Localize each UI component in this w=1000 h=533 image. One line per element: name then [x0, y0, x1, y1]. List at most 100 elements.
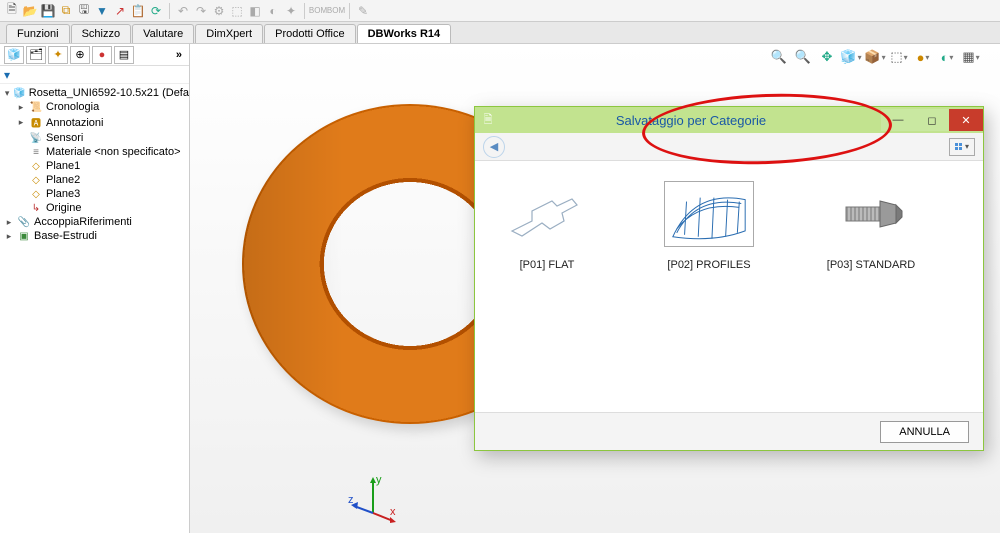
- panel-tabs: 🧊 🗂 ✦ ⊕ ● ▤ »: [0, 44, 189, 66]
- save-icon[interactable]: 💾: [40, 3, 56, 19]
- category-label: [P02] PROFILES: [649, 259, 769, 271]
- paste-icon[interactable]: 📋: [130, 3, 146, 19]
- tree-item-label: Sensori: [46, 132, 83, 144]
- document-icon: 🗎: [475, 111, 501, 130]
- feature-tree[interactable]: ▾🧊 Rosetta_UNI6592-10.5x21 (Defa ▸📜 Cron…: [0, 84, 189, 533]
- tab-funzioni[interactable]: Funzioni: [6, 24, 70, 43]
- panel-tab-appear-icon[interactable]: ●: [92, 46, 112, 64]
- category-profiles[interactable]: [P02] PROFILES: [649, 181, 769, 271]
- scene-icon[interactable]: ◐: [938, 48, 956, 66]
- toolbar-separator: [349, 3, 350, 19]
- tree-item-label: Origine: [46, 202, 81, 214]
- bom2-icon[interactable]: BOM: [328, 3, 344, 19]
- tree-item-label: Annotazioni: [46, 117, 104, 129]
- toolbar-separator: [169, 3, 170, 19]
- new-icon[interactable]: 🗎: [4, 3, 20, 19]
- redo-icon[interactable]: ↷: [193, 3, 209, 19]
- appearance-icon[interactable]: ●: [914, 48, 932, 66]
- tree-item-label: Base-Estrudi: [34, 230, 97, 242]
- category-flat[interactable]: [P01] FLAT: [487, 181, 607, 271]
- tab-valutare[interactable]: Valutare: [132, 24, 194, 43]
- cancel-button[interactable]: ANNULLA: [880, 421, 969, 443]
- dialog-title-text: Salvataggio per Categorie: [501, 113, 881, 128]
- tree-item[interactable]: ↳ Origine: [0, 201, 189, 215]
- render-icon[interactable]: ◧: [247, 3, 263, 19]
- panel-tab-display-icon[interactable]: ▤: [114, 46, 134, 64]
- category-label: [P03] STANDARD: [811, 259, 931, 271]
- tab-dimxpert[interactable]: DimXpert: [195, 24, 263, 43]
- tree-item[interactable]: ◇ Plane1: [0, 159, 189, 173]
- svg-text:x: x: [390, 506, 396, 518]
- filter-funnel-icon[interactable]: ▾: [4, 68, 10, 82]
- minimize-button[interactable]: —: [881, 109, 915, 131]
- tab-dbworks[interactable]: DBWorks R14: [357, 24, 452, 43]
- dialog-footer: ANNULLA: [475, 412, 983, 450]
- tree-item[interactable]: 📡 Sensori: [0, 131, 189, 145]
- tree-item-label: AccoppiaRiferimenti: [34, 216, 132, 228]
- tree-item[interactable]: ▸📎 AccoppiaRiferimenti: [0, 215, 189, 229]
- view-toolbar: 🔍 🔍 ✥ 🧊 📦 ⬚ ● ◐ ▦: [770, 44, 980, 70]
- view-options-button[interactable]: ▾: [949, 138, 975, 156]
- bom-icon[interactable]: BOM: [310, 3, 326, 19]
- tree-root-label: Rosetta_UNI6592-10.5x21 (Defa: [29, 87, 189, 99]
- tree-item-label: Plane1: [46, 160, 80, 172]
- tree-item-label: Cronologia: [46, 101, 99, 113]
- tree-item-label: Plane3: [46, 188, 80, 200]
- tab-prodotti[interactable]: Prodotti Office: [264, 24, 356, 43]
- close-button[interactable]: ✕: [949, 109, 983, 131]
- category-standard[interactable]: [P03] STANDARD: [811, 181, 931, 271]
- category-flat-thumb: [502, 181, 592, 247]
- orientation-triad[interactable]: y x z: [348, 473, 398, 523]
- zoom-area-icon[interactable]: 🔍: [794, 48, 812, 66]
- tree-item-label: Materiale <non specificato>: [46, 146, 181, 158]
- tree-root[interactable]: ▾🧊 Rosetta_UNI6592-10.5x21 (Defa: [0, 86, 189, 100]
- render-icon[interactable]: ▦: [962, 48, 980, 66]
- feature-tree-panel: 🧊 🗂 ✦ ⊕ ● ▤ » ▾ ▾🧊 Rosetta_UNI6592-10.5x…: [0, 44, 190, 533]
- filter-icon[interactable]: ▼: [94, 3, 110, 19]
- refresh-icon[interactable]: ⟳: [148, 3, 164, 19]
- main-toolbar: 🗎 📂 💾 ⧉ 🖫 ▼ ↗ 📋 ⟳ ↶ ↷ ⚙ ⬚ ◧ ◐ ✦ BOM BOM …: [0, 0, 1000, 22]
- tree-item[interactable]: ≡ Materiale <non specificato>: [0, 145, 189, 159]
- panel-tab-overflow[interactable]: »: [173, 49, 185, 61]
- panel-tab-dim-icon[interactable]: ⊕: [70, 46, 90, 64]
- tree-item[interactable]: ◇ Plane3: [0, 187, 189, 201]
- analyze-icon[interactable]: ⬚: [229, 3, 245, 19]
- tab-schizzo[interactable]: Schizzo: [71, 24, 132, 43]
- shade-icon[interactable]: ◐: [265, 3, 281, 19]
- open-icon[interactable]: 📂: [22, 3, 38, 19]
- tree-item[interactable]: ▸🅰 Annotazioni: [0, 114, 189, 131]
- zoom-in-icon[interactable]: 🔍: [770, 48, 788, 66]
- export-icon[interactable]: ↗: [112, 3, 128, 19]
- tree-item[interactable]: ◇ Plane2: [0, 173, 189, 187]
- tree-item[interactable]: ▸▣ Base-Estrudi: [0, 229, 189, 243]
- tree-item-label: Plane2: [46, 174, 80, 186]
- dialog-toolbar: ◀ ▾: [475, 133, 983, 161]
- svg-text:y: y: [376, 474, 382, 486]
- display-style-icon[interactable]: 📦: [866, 48, 884, 66]
- hide-show-icon[interactable]: ⬚: [890, 48, 908, 66]
- panel-tab-tree-icon[interactable]: 🧊: [4, 46, 24, 64]
- dialog-body: [P01] FLAT [P02] PROFILES: [475, 161, 983, 412]
- svg-text:z: z: [348, 494, 354, 506]
- undo-icon[interactable]: ↶: [175, 3, 191, 19]
- tree-item[interactable]: ▸📜 Cronologia: [0, 100, 189, 114]
- panel-tab-config-icon[interactable]: ✦: [48, 46, 68, 64]
- ribbon-tabs: Funzioni Schizzo Valutare DimXpert Prodo…: [0, 22, 1000, 44]
- settings-icon[interactable]: ✦: [283, 3, 299, 19]
- back-button[interactable]: ◀: [483, 136, 505, 158]
- category-standard-thumb: [826, 181, 916, 247]
- window-buttons: — ◻ ✕: [881, 109, 983, 131]
- bookmark-icon[interactable]: ⧉: [58, 3, 74, 19]
- save-by-category-dialog: 🗎 Salvataggio per Categorie — ◻ ✕ ◀ ▾ [P…: [474, 106, 984, 451]
- tree-filter-row: ▾: [0, 66, 189, 84]
- toolbar-separator: [304, 3, 305, 19]
- category-profiles-thumb: [664, 181, 754, 247]
- dialog-titlebar[interactable]: 🗎 Salvataggio per Categorie — ◻ ✕: [475, 107, 983, 133]
- section-icon[interactable]: 🧊: [842, 48, 860, 66]
- panel-tab-property-icon[interactable]: 🗂: [26, 46, 46, 64]
- sketch-icon[interactable]: ✎: [355, 3, 371, 19]
- maximize-button[interactable]: ◻: [915, 109, 949, 131]
- pan-icon[interactable]: ✥: [818, 48, 836, 66]
- rebuild-icon[interactable]: ⚙: [211, 3, 227, 19]
- saveall-icon[interactable]: 🖫: [76, 3, 92, 19]
